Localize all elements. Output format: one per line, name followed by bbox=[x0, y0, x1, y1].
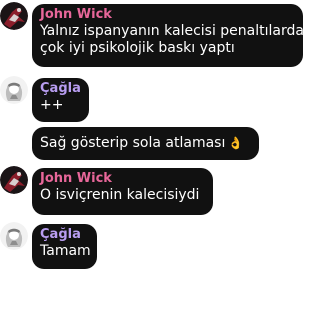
sender-name: John Wick bbox=[40, 7, 112, 22]
message-text: çok iyi psikolojik baskı yaptı bbox=[40, 40, 235, 56]
message-text: ++ bbox=[40, 97, 64, 113]
message-bubble[interactable]: John Wick O isviçrenin kalecisiydi bbox=[32, 168, 213, 215]
sender-name: John Wick bbox=[40, 171, 112, 186]
chat-log: John Wick Yalnız ispanyanın kalecisi pen… bbox=[0, 0, 320, 319]
message-bubble[interactable]: Çağla Tamam bbox=[32, 224, 97, 269]
cagla-avatar[interactable] bbox=[0, 76, 28, 104]
message-text: Sağ gösterip sola atlaması 👌 bbox=[40, 135, 251, 152]
cagla-avatar[interactable] bbox=[0, 222, 28, 250]
message-bubble[interactable]: John Wick Yalnız ispanyanın kalecisi pen… bbox=[32, 4, 304, 67]
message-text: Yalnız ispanyanın kalecisi penaltılarda bbox=[40, 23, 304, 39]
message-text-content: Sağ gösterip sola atlaması bbox=[40, 135, 226, 151]
john-wick-avatar[interactable] bbox=[0, 166, 28, 194]
message-bubble[interactable]: Çağla ++ bbox=[32, 78, 89, 122]
john-wick-avatar[interactable] bbox=[0, 2, 28, 30]
sender-name: Çağla bbox=[40, 81, 81, 96]
message-bubble[interactable]: Sağ gösterip sola atlaması 👌 bbox=[32, 127, 259, 160]
message-text: O isviçrenin kalecisiydi bbox=[40, 187, 200, 203]
message-text: Tamam bbox=[40, 243, 91, 259]
ok-hand-emoji-icon: 👌 bbox=[228, 136, 244, 150]
sender-name: Çağla bbox=[40, 227, 81, 242]
